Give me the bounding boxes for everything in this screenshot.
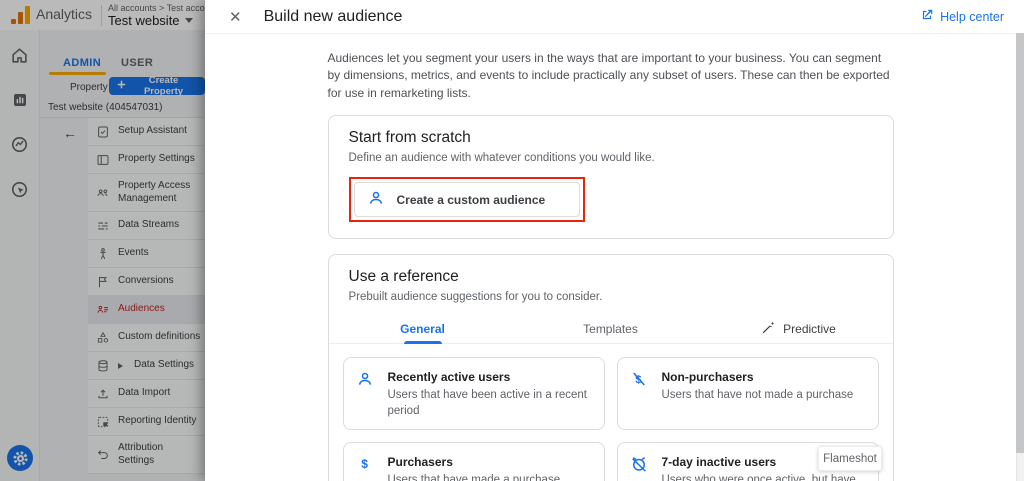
flameshot-button[interactable]: Flameshot xyxy=(818,446,882,471)
create-custom-audience-button[interactable]: Create a custom audience xyxy=(354,182,580,217)
help-center-link[interactable]: Help center xyxy=(920,8,1004,25)
suggestion-description: Users that have made a purchase xyxy=(388,473,561,481)
use-a-reference-card: Use a reference Prebuilt audience sugges… xyxy=(328,254,894,481)
suggestions-grid: Recently active users Users that have be… xyxy=(329,344,893,481)
suggestion-non-purchasers[interactable]: $ Non-purchasers Users that have not mad… xyxy=(617,357,879,430)
modal-title: Build new audience xyxy=(264,8,403,26)
external-link-icon xyxy=(920,8,934,25)
magic-wand-icon xyxy=(761,320,776,338)
start-from-scratch-card: Start from scratch Define an audience wi… xyxy=(328,115,894,239)
create-custom-audience-label: Create a custom audience xyxy=(397,193,546,207)
modal-scrim[interactable] xyxy=(0,0,205,481)
tab-predictive-label: Predictive xyxy=(783,322,836,336)
suggestion-title: Recently active users xyxy=(388,370,592,384)
use-a-reference-title: Use a reference xyxy=(349,268,873,286)
svg-text:$: $ xyxy=(361,457,368,471)
help-center-label: Help center xyxy=(940,10,1004,24)
suggestion-description: Users who were once active, but have not… xyxy=(662,473,866,481)
dollar-icon: $ xyxy=(356,453,376,481)
audience-description: Audiences let you segment your users in … xyxy=(328,50,894,102)
modal-body: Audiences let you segment your users in … xyxy=(205,34,1016,481)
build-audience-modal: ✕ Build new audience Help center Audienc… xyxy=(205,0,1024,481)
suggestion-purchasers[interactable]: $ Purchasers Users that have made a purc… xyxy=(343,442,605,481)
red-annotation-box: Create a custom audience xyxy=(349,177,585,222)
flameshot-label: Flameshot xyxy=(823,453,877,465)
reference-tabs: General Templates Predictive xyxy=(329,314,893,344)
start-from-scratch-subtitle: Define an audience with whatever conditi… xyxy=(349,152,873,164)
suggestion-title: Non-purchasers xyxy=(662,370,854,384)
tab-general-label: General xyxy=(400,322,445,336)
tab-general[interactable]: General xyxy=(329,314,517,343)
tab-templates-label: Templates xyxy=(583,322,638,336)
person-icon xyxy=(356,368,376,419)
modal-header: ✕ Build new audience Help center xyxy=(205,0,1024,34)
suggestion-title: Purchasers xyxy=(388,455,561,469)
money-off-icon: $ xyxy=(630,368,650,419)
person-icon xyxy=(367,189,385,210)
close-icon[interactable]: ✕ xyxy=(225,6,246,28)
suggestion-description: Users that have not made a purchase xyxy=(662,388,854,404)
tab-predictive[interactable]: Predictive xyxy=(705,314,893,343)
suggestion-description: Users that have been active in a recent … xyxy=(388,388,592,419)
scrollbar-thumb[interactable] xyxy=(1016,33,1024,453)
start-from-scratch-title: Start from scratch xyxy=(349,129,873,147)
alarm-off-icon xyxy=(630,453,650,481)
use-a-reference-subtitle: Prebuilt audience suggestions for you to… xyxy=(349,291,873,303)
screen: Analytics All accounts > Test account Te… xyxy=(0,0,1024,481)
suggestion-recently-active-users[interactable]: Recently active users Users that have be… xyxy=(343,357,605,430)
tab-templates[interactable]: Templates xyxy=(517,314,705,343)
